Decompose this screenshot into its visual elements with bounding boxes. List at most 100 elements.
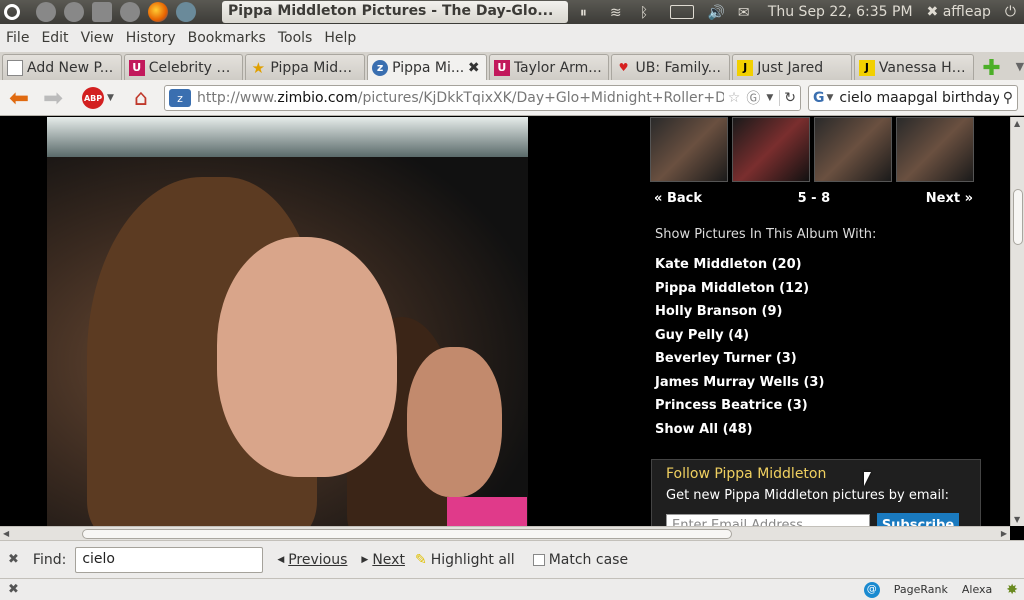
mail-icon[interactable]: ✉ <box>738 5 754 21</box>
tab-list-icon[interactable]: ▼ <box>1016 60 1024 73</box>
bluetooth-icon[interactable]: ᛒ <box>640 5 656 21</box>
ubuntu-logo-icon[interactable] <box>4 4 20 20</box>
jj-icon: J <box>858 59 875 76</box>
next-link[interactable]: Next » <box>926 191 973 206</box>
menu-bar: File Edit View History Bookmarks Tools H… <box>0 24 1024 52</box>
wifi-icon[interactable]: ≋ <box>610 5 626 21</box>
search-input[interactable]: cielo maapgal birthday <box>839 90 998 106</box>
heart-icon: ♥ <box>618 61 629 74</box>
match-case-toggle[interactable]: Match case <box>532 552 628 568</box>
user-menu[interactable]: ✖ affleap <box>927 4 991 20</box>
new-tab-button[interactable]: ✚ <box>980 56 1004 81</box>
email-field[interactable]: Enter Email Address <box>666 514 870 526</box>
browser-tab[interactable]: U Taylor Arm... <box>488 54 609 80</box>
person-link[interactable]: Pippa Middleton (12) <box>655 277 990 301</box>
status-bar: ✖ @ PageRank Alexa ✸ <box>0 578 1024 600</box>
main-photo[interactable] <box>47 117 528 526</box>
back-link[interactable]: « Back <box>650 191 702 206</box>
thumbnail[interactable] <box>650 117 728 182</box>
person-link[interactable]: Princess Beatrice (3) <box>655 394 990 418</box>
menu-bookmarks[interactable]: Bookmarks <box>182 30 272 46</box>
menu-help[interactable]: Help <box>318 30 362 46</box>
pagerank-label[interactable]: PageRank <box>894 583 948 596</box>
search-icon[interactable]: ⚲ <box>1003 90 1013 106</box>
url-domain: zimbio.com <box>277 90 358 106</box>
tab-close-icon[interactable]: ✖ <box>468 60 482 76</box>
scrollbar-thumb[interactable] <box>82 529 732 539</box>
menu-edit[interactable]: Edit <box>35 30 74 46</box>
alexa-label[interactable]: Alexa <box>962 583 992 596</box>
close-find-icon[interactable]: ✖ <box>8 552 19 567</box>
adblock-button[interactable]: ABP ▼ <box>78 86 118 110</box>
vertical-scrollbar[interactable]: ▲ ▼ <box>1010 117 1024 526</box>
launcher-app-icon[interactable] <box>36 2 56 22</box>
find-input[interactable]: cielo <box>75 546 264 573</box>
chevron-down-icon: ▼ <box>107 93 114 103</box>
thumbnail[interactable] <box>896 117 974 182</box>
menu-history[interactable]: History <box>120 30 182 46</box>
launcher-editor-icon[interactable] <box>92 2 112 22</box>
at-icon[interactable]: @ <box>863 581 880 598</box>
search-bar[interactable]: G ▼ cielo maapgal birthday ⚲ <box>808 85 1018 111</box>
url-dropdown-icon[interactable]: ▼ <box>766 93 773 103</box>
scroll-left-icon[interactable]: ◀ <box>3 529 9 538</box>
clock[interactable]: Thu Sep 22, 6:35 PM <box>768 4 913 20</box>
browser-tab[interactable]: ♥ UB: Family... <box>610 54 731 80</box>
reload-icon[interactable]: ↻ <box>779 90 796 106</box>
launcher-settings-icon[interactable] <box>120 2 140 22</box>
next-label: Next <box>925 191 961 206</box>
horizontal-scrollbar[interactable]: ◀ ▶ <box>0 526 1010 540</box>
match-case-checkbox[interactable] <box>532 553 545 566</box>
person-link[interactable]: Beverley Turner (3) <box>655 347 990 371</box>
photo-detail <box>407 347 502 497</box>
volume-icon[interactable]: 🔊 <box>708 5 725 21</box>
find-previous-button[interactable]: ◀ Previous <box>277 552 347 568</box>
close-status-icon[interactable]: ✖ <box>8 582 19 597</box>
scroll-down-icon[interactable]: ▼ <box>1014 515 1020 524</box>
forward-button[interactable]: ➡ <box>40 84 66 112</box>
bookmark-star-icon[interactable]: ☆ <box>728 90 741 106</box>
browser-tab[interactable]: J Just Jared <box>732 54 852 80</box>
scroll-right-icon[interactable]: ▶ <box>1001 529 1007 538</box>
browser-tab[interactable]: ★ Pippa Middl... <box>245 54 366 80</box>
person-link[interactable]: Kate Middleton (20) <box>655 253 990 277</box>
url-bar[interactable]: z http://www. zimbio.com/pictures/KjDkkTq… <box>164 85 801 111</box>
person-link[interactable]: Holly Branson (9) <box>655 300 990 324</box>
browser-tab[interactable]: Add New P... <box>2 54 122 80</box>
person-link[interactable]: Guy Pelly (4) <box>655 324 990 348</box>
find-next-button[interactable]: ▶ Next <box>361 552 405 568</box>
scrollbar-thumb[interactable] <box>1013 189 1023 245</box>
menu-tools[interactable]: Tools <box>272 30 319 46</box>
person-link[interactable]: James Murray Wells (3) <box>655 371 990 395</box>
menu-view[interactable]: View <box>75 30 120 46</box>
highlight-all-button[interactable]: ✎ Highlight all <box>415 552 515 568</box>
chevron-down-icon[interactable]: ▼ <box>827 93 834 103</box>
back-button[interactable]: ⬅ <box>6 84 32 112</box>
browser-tab-active[interactable]: z Pippa Mi... ✖ <box>367 54 487 80</box>
google-icon[interactable]: G <box>813 90 825 106</box>
home-button[interactable]: ⌂ <box>128 86 154 111</box>
tab-label: Vanessa Hu... <box>878 59 969 76</box>
thumbnail[interactable] <box>814 117 892 182</box>
show-all-link[interactable]: Show All (48) <box>655 418 990 442</box>
arrow-left-icon: ◀ <box>277 554 285 565</box>
battery-icon[interactable] <box>669 5 694 19</box>
follow-box: Follow Pippa Middleton Get new Pippa Mid… <box>651 459 981 526</box>
addon-icon[interactable]: ✸ <box>1006 582 1018 598</box>
launcher-app-icon[interactable] <box>176 2 196 22</box>
url-path: /pictures/KjDkkTqixXK/Day+Glo+Midnight+R… <box>357 90 759 106</box>
menu-file[interactable]: File <box>0 30 35 46</box>
pause-icon[interactable]: ⏸ <box>580 5 596 21</box>
people-list: Kate Middleton (20) Pippa Middleton (12)… <box>655 253 990 441</box>
launcher-app-icon[interactable] <box>64 2 84 22</box>
power-icon[interactable]: ⏻ <box>1005 4 1016 20</box>
firefox-icon[interactable] <box>148 2 168 22</box>
search-engine-icon[interactable]: Ⓖ <box>746 88 760 108</box>
scroll-up-icon[interactable]: ▲ <box>1014 119 1020 128</box>
site-identity-icon[interactable]: z <box>169 89 191 107</box>
jj-icon: J <box>737 59 754 76</box>
browser-tab[interactable]: U Celebrity N... <box>123 54 244 80</box>
thumbnail[interactable] <box>732 117 810 182</box>
browser-tab[interactable]: J Vanessa Hu... <box>853 54 974 80</box>
subscribe-button[interactable]: Subscribe <box>877 513 959 526</box>
